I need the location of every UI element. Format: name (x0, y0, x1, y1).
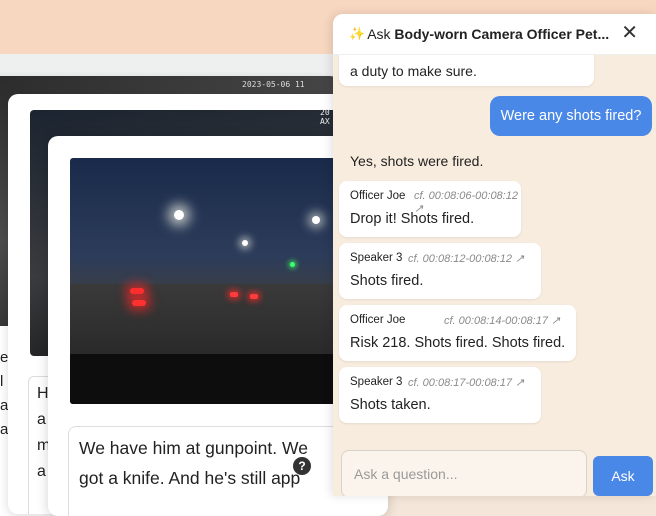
tail-light (132, 300, 146, 306)
citation-quote: Drop it! Shots fired. (350, 211, 475, 227)
tail-light (250, 294, 258, 299)
citation-card[interactable]: Speaker 3 cf. 00:08:12-00:08:12 ↗ Shots … (339, 243, 541, 299)
citation-quote: Shots taken. (350, 397, 431, 413)
chat-header: ✨ Ask Body-worn Camera Officer Pet... ✕ (333, 14, 656, 55)
citation-timestamp-link[interactable]: cf. 00:08:12-00:08:12 ↗ (408, 252, 524, 265)
street-light (312, 216, 320, 224)
sparkle-icon: ✨ (349, 26, 366, 41)
chat-title: Ask Body-worn Camera Officer Pet... (367, 26, 610, 42)
citation-quote: Risk 218. Shots fired. Shots fired. (350, 335, 566, 351)
video-timestamp: 2023-05-06 11 (242, 80, 305, 89)
dashcam-video[interactable] (70, 158, 360, 404)
close-icon[interactable]: ✕ (621, 23, 638, 43)
citation-timestamp-link[interactable]: cf. 00:08:14-00:08:17 ↗ (444, 314, 560, 327)
citation-card[interactable]: Officer Joe cf. 00:08:14-00:08:17 ↗ Risk… (339, 305, 576, 361)
citation-speaker: Speaker 3 (350, 252, 403, 264)
citation-quote: Shots fired. (350, 273, 424, 289)
ask-chat-panel: a duty to make sure. Likely did not hit … (333, 14, 656, 496)
ask-button[interactable]: Ask (593, 456, 653, 496)
street-light (174, 210, 184, 220)
citation-speaker: Speaker 3 (350, 376, 403, 388)
video-timestamp: 20 AX (320, 108, 330, 126)
street-light (242, 240, 248, 246)
question-input[interactable] (341, 450, 587, 496)
tail-light (230, 292, 238, 297)
citation-speaker: Officer Joe (350, 190, 406, 202)
traffic-light (290, 262, 295, 267)
tail-light (130, 288, 144, 294)
answer-text: Yes, shots were fired. (350, 153, 484, 169)
citation-timestamp-link[interactable]: cf. 00:08:17-00:08:17 ↗ (408, 376, 524, 389)
previous-answer-text: a duty to make sure. (350, 63, 477, 79)
citation-card[interactable]: Officer Joe cf. 00:08:06-00:08:12 ↗ Drop… (339, 181, 521, 237)
help-icon[interactable]: ? (293, 457, 311, 475)
question-input-row: Ask (333, 446, 656, 496)
user-question-bubble: Were any shots fired? (490, 96, 652, 136)
citation-card[interactable]: Speaker 3 cf. 00:08:17-00:08:17 ↗ Shots … (339, 367, 541, 423)
dashboard (70, 354, 360, 404)
citation-speaker: Officer Joe (350, 314, 406, 326)
